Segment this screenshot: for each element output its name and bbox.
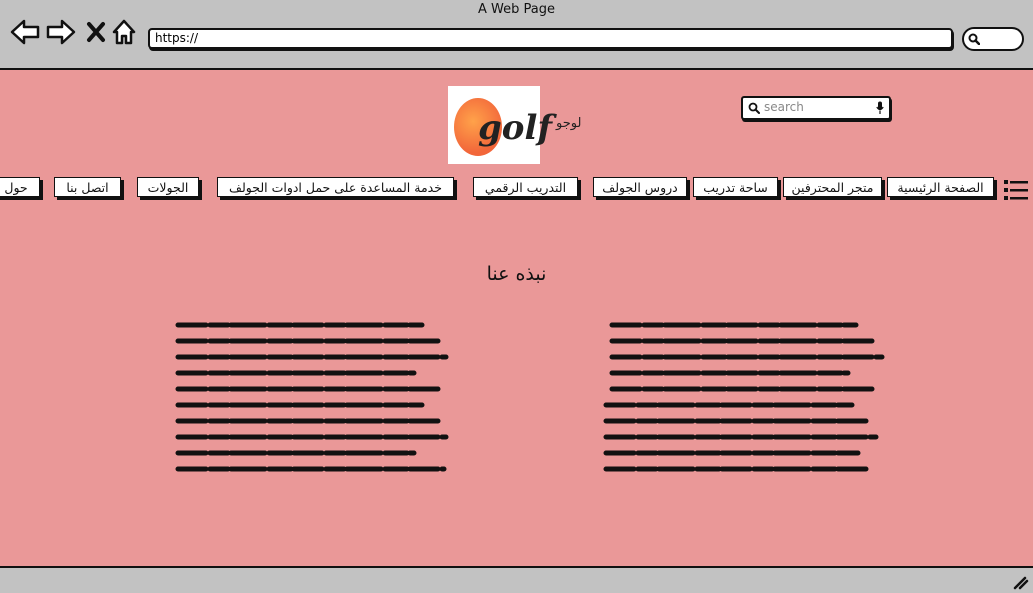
window-title: A Web Page	[478, 2, 555, 17]
close-x-icon[interactable]	[86, 18, 106, 46]
search-icon	[968, 33, 980, 45]
logo-label: لوجو	[556, 116, 582, 131]
nav-home[interactable]: الصفحة الرئيسية	[887, 177, 994, 197]
search-input[interactable]: search	[764, 100, 804, 114]
logo-text: golf	[478, 108, 552, 148]
section-title: نبذه عنا	[486, 263, 547, 285]
nav-golf-lessons[interactable]: دروس الجولف	[593, 177, 687, 197]
site-search-box[interactable]: search	[741, 96, 891, 120]
microphone-icon[interactable]	[876, 101, 884, 115]
text-block-right	[603, 322, 885, 472]
hamburger-menu-icon[interactable]	[1004, 179, 1028, 201]
resize-handle-icon[interactable]	[1013, 576, 1029, 590]
browser-titlebar: A Web Page https://	[0, 0, 1033, 70]
search-icon	[748, 102, 760, 114]
nav-driving-range[interactable]: ساحة تدريب	[693, 177, 778, 197]
nav-caddie-service[interactable]: خدمة المساعدة على حمل ادوات الجولف	[217, 177, 454, 197]
nav-tours[interactable]: الجولات	[137, 177, 199, 197]
text-block-left	[175, 322, 449, 472]
nav-about[interactable]: حول	[0, 177, 40, 197]
page-viewport: golf لوجو search الصفحة الرئيسية متجر ال…	[0, 70, 1033, 566]
nav-digital-training[interactable]: التدريب الرقمي	[473, 177, 578, 197]
nav-contact-us[interactable]: اتصل بنا	[54, 177, 121, 197]
nav-pro-shop[interactable]: متجر المحترفين	[783, 177, 882, 197]
logo[interactable]: golf	[448, 86, 552, 164]
browser-statusbar	[0, 566, 1033, 593]
back-arrow-icon[interactable]	[10, 18, 40, 46]
forward-arrow-icon[interactable]	[46, 18, 76, 46]
url-bar[interactable]: https://	[148, 28, 953, 49]
home-icon[interactable]	[111, 18, 137, 46]
browser-search-button[interactable]	[962, 27, 1024, 51]
